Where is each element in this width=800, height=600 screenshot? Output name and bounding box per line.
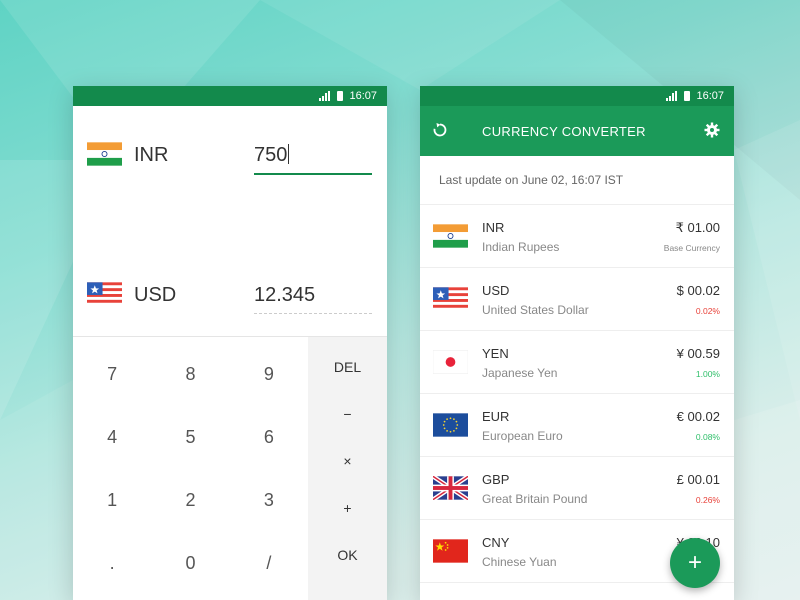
status-time: 16:07 <box>696 90 724 102</box>
currency-name: Indian Rupees <box>482 240 560 254</box>
key-5[interactable]: 5 <box>151 406 229 469</box>
india-flag-icon <box>433 224 468 248</box>
app-title: CURRENCY CONVERTER <box>482 123 646 139</box>
list-item-usd[interactable]: USD United States Dollar $ 00.02 0.02% <box>420 268 734 331</box>
add-currency-button[interactable]: + <box>670 538 720 588</box>
key-7[interactable]: 7 <box>73 343 151 406</box>
multiply-key[interactable]: × <box>308 437 387 484</box>
from-amount-value: 750 <box>254 144 288 166</box>
change-percent: 0.26% <box>695 495 720 505</box>
currency-code: CNY <box>482 535 510 550</box>
currency-value: $ 00.02 <box>676 283 720 298</box>
list-item-gbp[interactable]: GBP Great Britain Pound £ 00.01 0.26% <box>420 457 734 520</box>
usa-flag-icon <box>87 282 122 306</box>
list-item-inr[interactable]: INR Indian Rupees ₹ 01.00 Base Currency <box>420 205 734 268</box>
to-currency-code[interactable]: USD <box>134 284 176 307</box>
list-item-eur[interactable]: EUR European Euro € 00.02 0.08% <box>420 394 734 457</box>
china-flag-icon <box>433 539 468 563</box>
key-4[interactable]: 4 <box>73 406 151 469</box>
text-caret <box>288 144 290 164</box>
currency-value: ₹ 01.00 <box>675 220 720 235</box>
currency-name: Great Britain Pound <box>482 492 588 506</box>
key-3[interactable]: 3 <box>230 469 308 532</box>
currency-name: European Euro <box>482 429 563 443</box>
converter-screen: 16:07 INR 750 USD 12.345 7 8 9 4 5 6 1 2… <box>73 86 387 600</box>
minus-key[interactable]: − <box>308 390 387 437</box>
currency-code: YEN <box>482 346 509 361</box>
battery-icon <box>684 91 691 101</box>
eu-flag-icon <box>433 413 468 437</box>
to-amount-field[interactable]: 12.345 <box>254 284 372 314</box>
signal-icon <box>666 91 678 101</box>
currency-list-screen: 16:07 CURRENCY CONVERTER Last update on … <box>420 86 734 600</box>
digit-keys: 7 8 9 4 5 6 1 2 3 . 0 / <box>73 337 308 600</box>
list-item-yen[interactable]: YEN Japanese Yen ¥ 00.59 1.00% <box>420 331 734 394</box>
currency-code: EUR <box>482 409 510 424</box>
currency-code: GBP <box>482 472 510 487</box>
change-percent: 0.02% <box>695 306 720 316</box>
currency-value: € 00.02 <box>676 409 720 424</box>
key-decimal[interactable]: . <box>73 532 151 595</box>
signal-icon <box>319 91 331 101</box>
app-bar: CURRENCY CONVERTER <box>420 106 734 156</box>
key-divide[interactable]: / <box>230 532 308 595</box>
keypad: 7 8 9 4 5 6 1 2 3 . 0 / DEL − × + OK <box>73 336 387 600</box>
status-bar: 16:07 <box>420 86 734 106</box>
status-time: 16:07 <box>349 90 377 102</box>
to-currency-row[interactable]: USD 12.345 <box>73 220 387 336</box>
key-9[interactable]: 9 <box>230 343 308 406</box>
currency-name: Japanese Yen <box>482 366 558 380</box>
currency-code: INR <box>482 220 505 235</box>
currency-code: USD <box>482 283 510 298</box>
currency-name: United States Dollar <box>482 303 589 317</box>
currency-value: £ 00.01 <box>676 472 720 487</box>
last-update-text: Last update on June 02, 16:07 IST <box>420 156 734 205</box>
delete-key[interactable]: DEL <box>308 343 387 390</box>
key-6[interactable]: 6 <box>230 406 308 469</box>
gear-icon[interactable] <box>704 122 720 138</box>
refresh-icon[interactable] <box>432 122 448 138</box>
plus-key[interactable]: + <box>308 484 387 531</box>
from-currency-code[interactable]: INR <box>134 144 168 167</box>
operator-keys: DEL − × + OK <box>308 337 387 600</box>
india-flag-icon <box>87 142 122 166</box>
ok-key[interactable]: OK <box>308 531 387 578</box>
base-currency-label: Base Currency <box>663 243 720 253</box>
from-amount-input[interactable]: 750 <box>254 144 372 175</box>
key-2[interactable]: 2 <box>151 469 229 532</box>
currency-value: ¥ 00.59 <box>676 346 720 361</box>
japan-flag-icon <box>433 350 468 374</box>
from-currency-row[interactable]: INR 750 <box>73 106 387 220</box>
battery-icon <box>337 91 344 101</box>
uk-flag-icon <box>433 476 468 500</box>
currency-name: Chinese Yuan <box>482 555 557 569</box>
key-1[interactable]: 1 <box>73 469 151 532</box>
change-percent: 0.08% <box>695 432 720 442</box>
change-percent: 1.00% <box>695 369 720 379</box>
key-0[interactable]: 0 <box>151 532 229 595</box>
usa-flag-icon <box>433 287 468 311</box>
key-8[interactable]: 8 <box>151 343 229 406</box>
status-bar: 16:07 <box>73 86 387 106</box>
